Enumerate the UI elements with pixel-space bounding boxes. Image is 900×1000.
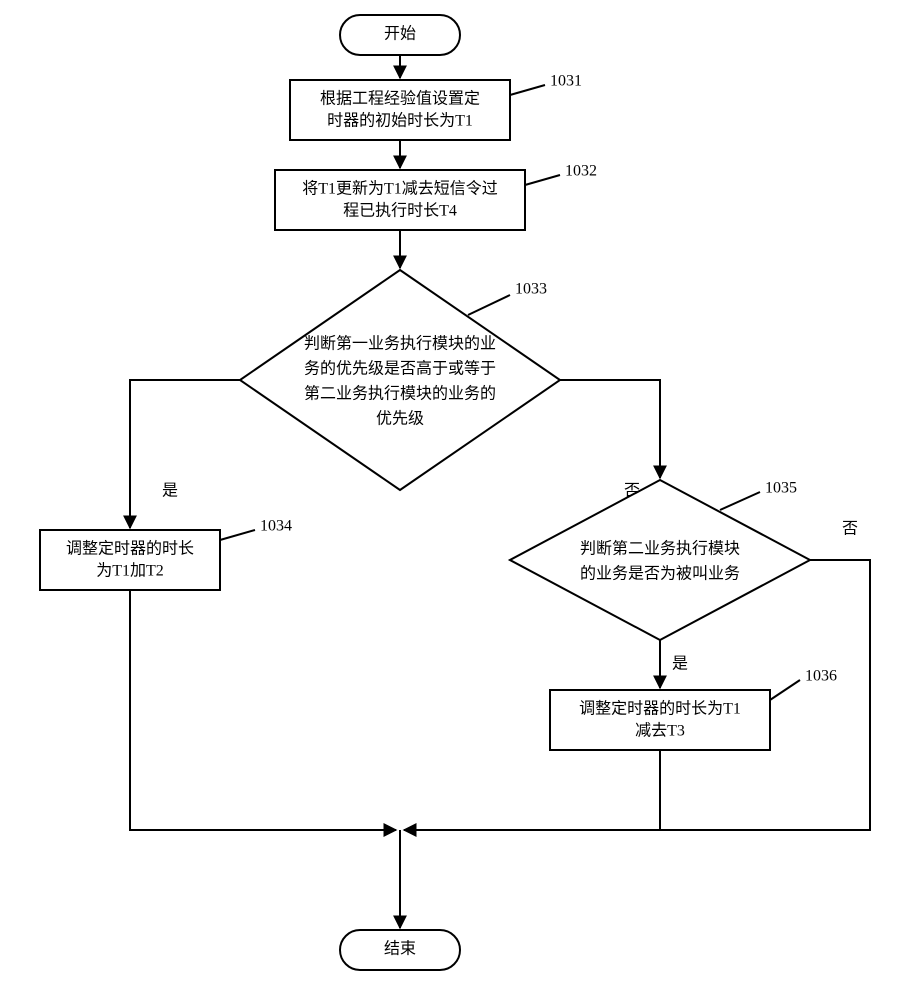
edge-1033-1035 [560, 380, 660, 478]
node-1035: 判断第二业务执行模块 的业务是否为被叫业务 [510, 480, 810, 640]
tag-leader-1036 [770, 680, 800, 700]
edge-1033-1034 [130, 380, 240, 528]
tag-1034: 1034 [260, 518, 292, 535]
edge-1034-merge [130, 590, 388, 830]
tag-1032: 1032 [565, 163, 597, 180]
n1036-line0: 调整定时器的时长为T1 [579, 700, 741, 718]
n1036-line1: 减去T3 [635, 722, 685, 740]
node-1032: 将T1更新为T1减去短信令过 程已执行时长T4 [275, 170, 525, 230]
n1032-line1: 程已执行时长T4 [343, 202, 457, 220]
tag-leader-1035 [720, 492, 760, 510]
n1031-line0: 根据工程经验值设置定 [320, 90, 480, 108]
start-label: 开始 [384, 25, 416, 43]
n1031-line1: 时器的初始时长为T1 [327, 112, 473, 130]
tag-1031: 1031 [550, 73, 582, 90]
edge-1035-no-label: 否 [842, 521, 858, 538]
tag-leader-1034 [220, 530, 255, 540]
node-1033: 判断第一业务执行模块的业 务的优先级是否高于或等于 第二业务执行模块的业务的 优… [240, 270, 560, 490]
n1033-line1: 务的优先级是否高于或等于 [304, 360, 496, 378]
tag-leader-1033 [468, 295, 510, 315]
edge-1033-yes-label: 是 [162, 483, 178, 500]
n1032-line0: 将T1更新为T1减去短信令过 [302, 180, 498, 198]
edge-1036-merge [412, 750, 660, 830]
node-1031: 根据工程经验值设置定 时器的初始时长为T1 [290, 80, 510, 140]
node-end: 结束 [340, 930, 460, 970]
node-1036: 调整定时器的时长为T1 减去T3 [550, 690, 770, 750]
end-label: 结束 [384, 940, 416, 958]
tag-1033: 1033 [515, 281, 547, 298]
n1033-line3: 优先级 [376, 410, 424, 428]
node-1034: 调整定时器的时长 为T1加T2 [40, 530, 220, 590]
tag-leader-1031 [510, 85, 545, 95]
n1034-line1: 为T1加T2 [96, 562, 164, 580]
n1033-line0: 判断第一业务执行模块的业 [304, 335, 496, 353]
edge-1035-yes-label: 是 [672, 656, 688, 673]
tag-leader-1032 [525, 175, 560, 185]
node-start: 开始 [340, 15, 460, 55]
n1033-line2: 第二业务执行模块的业务的 [304, 385, 496, 403]
n1035-line1: 的业务是否为被叫业务 [580, 565, 740, 583]
n1034-line0: 调整定时器的时长 [66, 540, 194, 558]
flowchart-canvas: 开始 根据工程经验值设置定 时器的初始时长为T1 1031 将T1更新为T1减去… [0, 0, 900, 1000]
n1035-line0: 判断第二业务执行模块 [580, 540, 740, 558]
tag-1035: 1035 [765, 480, 797, 497]
tag-1036: 1036 [805, 668, 837, 685]
